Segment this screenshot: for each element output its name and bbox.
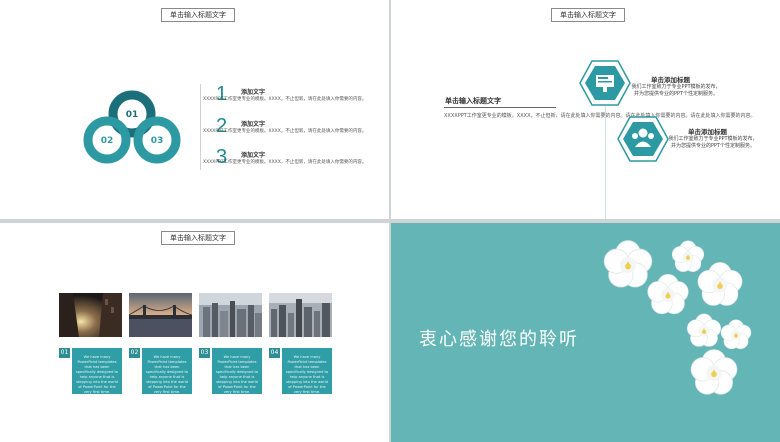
item-number: 3 [216, 146, 228, 168]
slide-1-thumbnail[interactable]: 单击输入标题文字 01 02 03 1 添加文字 XXXXPPT工作室更专业的模… [0, 0, 389, 219]
slide-2-title-box[interactable]: 单击输入标题文字 [551, 8, 625, 22]
slide-3-thumbnail[interactable]: 单击输入标题文字 01 We have many PowerPoint temp… [0, 223, 389, 442]
item-number: 1 [216, 83, 228, 105]
block-1-heading: 单击添加标题 [651, 76, 690, 84]
list-item: 1 添加文字 XXXXPPT工作室更专业的模板。XXXX，不止但新，请在此处填入… [203, 83, 373, 115]
block-2-text: 我们工作室致力于专业PPT模板的发布，并为您提供专业的PPT个性定制服务。 [668, 136, 758, 149]
feature-card: We have many PowerPoint templates that h… [142, 348, 192, 394]
list-item: 3 添加文字 XXXXPPT工作室更专业的模板。XXXX，不止但新，请在此处填入… [203, 146, 373, 178]
heading-underline [444, 107, 556, 108]
flowers-decoration [603, 240, 752, 395]
card-text: We have many PowerPoint templates that h… [215, 355, 259, 394]
connector-line [605, 90, 606, 219]
card-number-04: 04 [269, 348, 280, 358]
feature-card: We have many PowerPoint templates that h… [72, 348, 122, 394]
section-heading: 单击输入标题文字 [445, 97, 501, 105]
team-icon [617, 116, 669, 162]
ring-label-1: 01 [126, 110, 139, 120]
item-label: 添加文字 [241, 121, 266, 128]
item-text: XXXXPPT工作室更专业的模板。XXXX，不止但新，请在此处填入你需要的内容。 [203, 97, 367, 102]
bridge-photo [129, 293, 192, 337]
thank-you-text: 衷心感谢您的聆听 [419, 329, 579, 350]
section-body-text: XXXXPPT工作室更专业的模板。XXXX，不止但新，请在此处填入你需要的内容。… [444, 113, 756, 119]
card-number-03: 03 [199, 348, 210, 358]
ring-label-2: 02 [101, 136, 114, 146]
item-label: 添加文字 [241, 89, 266, 96]
card-text: We have many PowerPoint templates that h… [285, 355, 329, 394]
item-label: 添加文字 [241, 152, 266, 159]
slide-1-title-box[interactable]: 单击输入标题文字 [161, 8, 235, 22]
skyline-photo [269, 293, 332, 337]
presentation-icon [579, 60, 631, 106]
list-item: 2 添加文字 XXXXPPT工作室更专业的模板。XXXX，不止但新，请在此处填入… [203, 115, 373, 147]
slide-3-title-box[interactable]: 单击输入标题文字 [161, 231, 235, 245]
block-2-heading: 单击添加标题 [688, 128, 727, 136]
card-text: We have many PowerPoint templates that h… [75, 355, 119, 394]
rings-diagram: 01 02 03 [83, 90, 181, 164]
street-photo [59, 293, 122, 337]
slide-4-thumbnail[interactable]: 衷心感谢您的聆听 [391, 223, 780, 442]
feature-card: We have many PowerPoint templates that h… [212, 348, 262, 394]
card-number-02: 02 [129, 348, 140, 358]
ring-label-3: 03 [151, 136, 164, 146]
item-number: 2 [216, 115, 228, 137]
item-text: XXXXPPT工作室更专业的模板。XXXX，不止但新，请在此处填入你需要的内容。 [203, 129, 367, 134]
block-1-text: 我们工作室致力于专业PPT模板的发布，并为您提供专业的PPT个性定制服务。 [631, 84, 721, 97]
item-text: XXXXPPT工作室更专业的模板。XXXX，不止但新，请在此处填入你需要的内容。 [203, 160, 367, 165]
slide-2-thumbnail[interactable]: 单击输入标题文字 单击输入标题文字 XXXXPPT工作室更专业的模板。XXXX，… [391, 0, 780, 219]
divider-line [200, 84, 201, 170]
feature-card: We have many PowerPoint templates that h… [282, 348, 332, 394]
city-photo [199, 293, 262, 337]
card-number-01: 01 [59, 348, 70, 358]
card-text: We have many PowerPoint templates that h… [145, 355, 189, 394]
